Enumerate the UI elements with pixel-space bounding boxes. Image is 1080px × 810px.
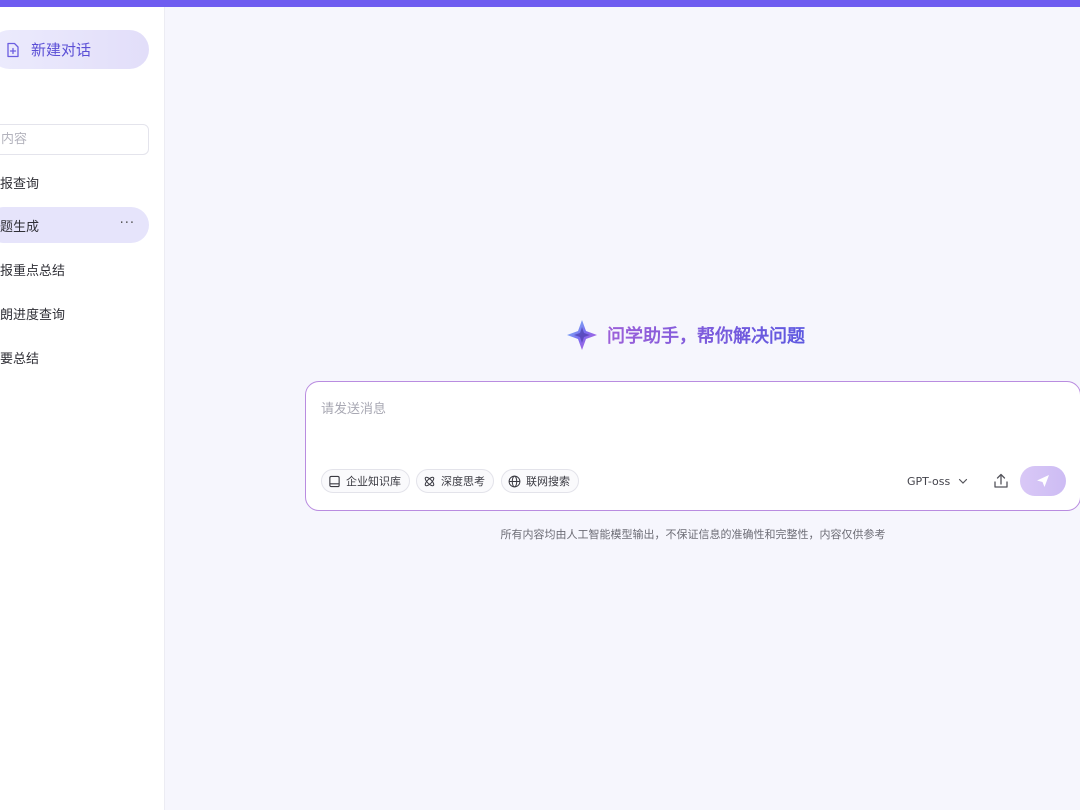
history-item-label: 朗进度查询: [0, 307, 66, 323]
knowledge-base-label: 企业知识库: [346, 475, 401, 488]
model-select-value: GPT-oss: [907, 474, 951, 488]
history-item-label: 报重点总结: [0, 263, 66, 279]
welcome-header: 问学助手，帮你解决问题: [565, 318, 805, 352]
new-chat-button[interactable]: 新建对话: [0, 30, 149, 69]
deep-thinking-label: 深度思考: [441, 475, 485, 488]
history-search-input[interactable]: [1, 132, 141, 147]
book-icon: [329, 475, 340, 487]
message-input[interactable]: [321, 398, 1061, 438]
history-item[interactable]: 要总结: [0, 339, 149, 375]
new-chat-label: 新建对话: [31, 41, 92, 59]
history-item[interactable]: 朗进度查询: [0, 295, 149, 331]
upload-icon[interactable]: [992, 472, 1010, 490]
model-select[interactable]: GPT-oss: [907, 471, 968, 491]
send-icon: [1037, 475, 1049, 487]
web-search-label: 联网搜索: [526, 475, 570, 488]
new-chat-icon: [7, 42, 19, 57]
web-search-chip[interactable]: 联网搜索: [501, 469, 579, 493]
globe-icon: [508, 475, 521, 487]
history-item-label: 要总结: [0, 351, 40, 367]
chat-main: 问学助手，帮你解决问题 企业知识库 深度思考 联网搜索: [165, 7, 1080, 810]
sidebar: 新建对话 报查询 题生成 ··· 报重点总结 朗进度查询 要总结: [0, 7, 165, 810]
knowledge-base-chip[interactable]: 企业知识库: [321, 469, 410, 493]
deep-thinking-chip[interactable]: 深度思考: [416, 469, 494, 493]
top-accent-bar: [0, 0, 1080, 7]
history-item[interactable]: 报查询: [0, 164, 149, 200]
history-search: [0, 124, 149, 155]
disclaimer-text: 所有内容均由人工智能模型输出，不保证信息的准确性和完整性，内容仅供参考: [500, 528, 886, 541]
welcome-title: 问学助手，帮你解决问题: [607, 322, 805, 348]
more-options-icon[interactable]: ···: [120, 216, 135, 231]
send-button[interactable]: [1020, 466, 1066, 496]
message-composer: 企业知识库 深度思考 联网搜索 GPT-oss: [305, 381, 1080, 511]
history-item[interactable]: 报重点总结: [0, 251, 149, 287]
star-logo-icon: [567, 320, 597, 350]
chevron-down-icon: [959, 478, 968, 484]
history-item-label: 报查询: [0, 176, 40, 192]
history-item-label: 题生成: [0, 219, 40, 235]
history-item-active[interactable]: 题生成 ···: [0, 207, 149, 243]
atom-icon: [424, 476, 435, 486]
